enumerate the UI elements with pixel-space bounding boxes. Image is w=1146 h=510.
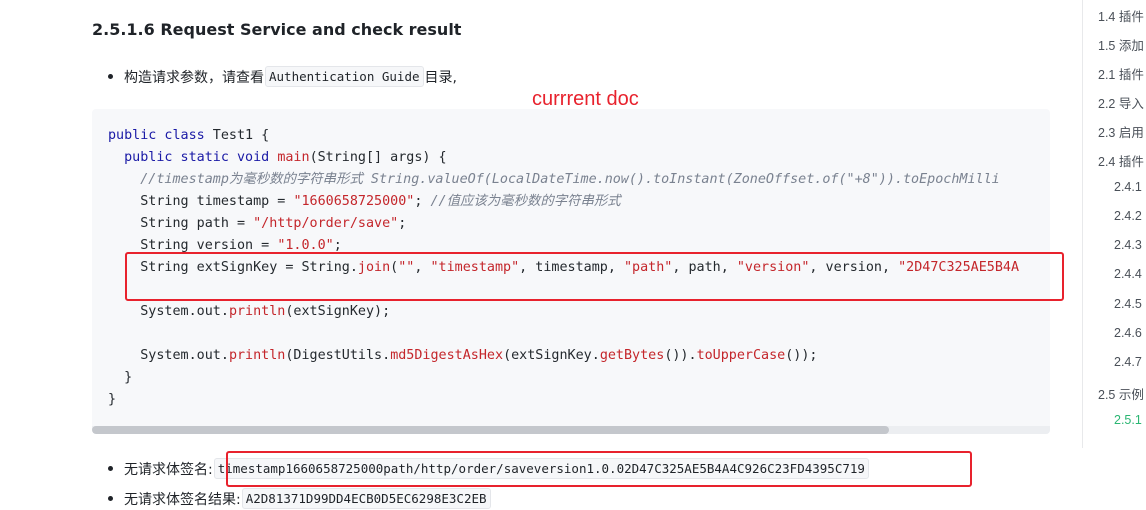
- code-line: System.out.println(DigestUtils.md5Digest…: [108, 348, 818, 363]
- list-item-text: 构造请求参数，请查看: [124, 69, 264, 86]
- doc-content: 2.5.1.6 Request Service and check result…: [0, 0, 1080, 510]
- toc-divider: [1082, 0, 1083, 448]
- toc-item-active[interactable]: 2.5.1: [1114, 413, 1142, 427]
- toc-item[interactable]: 2.5 示例: [1098, 384, 1144, 403]
- toc-item[interactable]: 2.4 插件: [1098, 151, 1144, 170]
- code-line: public class Test1 {: [108, 128, 270, 143]
- list-item-label: 无请求体签名结果:: [124, 491, 241, 508]
- list-item-auth: 构造请求参数，请查看 Authentication Guide 目录,: [108, 66, 457, 87]
- signature-result-code: A2D81371D99DD4ECB0D5EC6298E3C2EB: [241, 488, 491, 509]
- toc-item[interactable]: 2.4.4: [1114, 267, 1142, 281]
- code-line: public static void main(String[] args) {: [108, 150, 447, 165]
- list-item-label: 无请求体签名:: [124, 461, 213, 478]
- toc-item[interactable]: 2.4.2: [1114, 209, 1142, 223]
- toc-item[interactable]: 1.4 插件: [1098, 6, 1144, 25]
- auth-guide-link[interactable]: Authentication Guide: [265, 66, 424, 87]
- toc-item[interactable]: 2.1 插件: [1098, 64, 1144, 83]
- code-comment-line: //timestamp为毫秒数的字符串形式 String.valueOf(Loc…: [108, 172, 1000, 187]
- code-line: String timestamp = "1660658725000"; //值应…: [108, 194, 621, 209]
- annotation-label: currrent doc: [532, 88, 639, 110]
- code-line: System.out.println(extSignKey);: [108, 304, 391, 319]
- highlight-box-signature: [226, 451, 972, 487]
- list-item-signature-result: 无请求体签名结果: A2D81371D99DD4ECB0D5EC6298E3C2…: [108, 488, 492, 509]
- toc-item[interactable]: 2.4.3: [1114, 238, 1142, 252]
- code-line: }: [108, 392, 117, 407]
- code-line: }: [108, 370, 133, 385]
- toc-item[interactable]: 2.3 启用: [1098, 122, 1144, 141]
- toc-item[interactable]: 2.4.7: [1114, 355, 1142, 369]
- toc-item[interactable]: 2.4.5: [1114, 297, 1142, 311]
- toc-item[interactable]: 2.4.1: [1114, 180, 1142, 194]
- bullet-icon: [108, 496, 113, 501]
- code-line: String path = "/http/order/save";: [108, 216, 407, 231]
- list-item-text-suffix: 目录,: [424, 69, 457, 86]
- toc-item[interactable]: 2.2 导入: [1098, 93, 1144, 112]
- toc-item[interactable]: 1.5 添加: [1098, 35, 1144, 54]
- bullet-icon: [108, 466, 113, 471]
- highlight-box-extsignkey: [125, 252, 1064, 301]
- horizontal-scrollbar-thumb[interactable]: [92, 426, 889, 434]
- section-heading: 2.5.1.6 Request Service and check result: [92, 20, 462, 39]
- toc-item[interactable]: 2.4.6: [1114, 326, 1142, 340]
- bullet-icon: [108, 74, 113, 79]
